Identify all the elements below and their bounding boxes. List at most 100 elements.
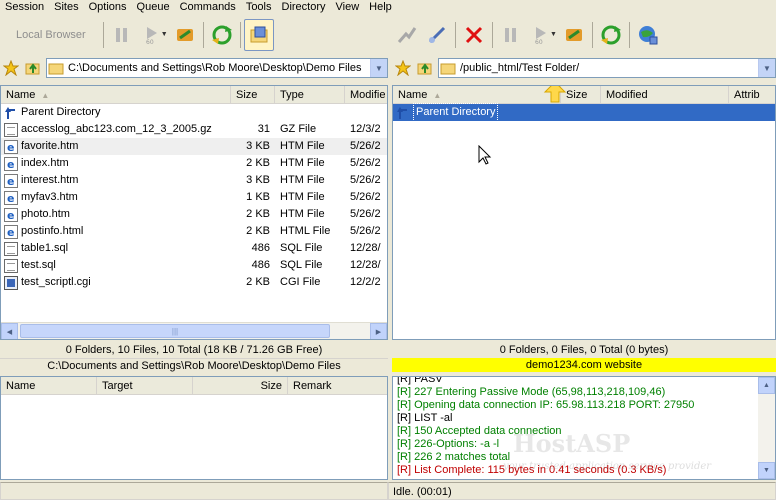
scroll-thumb[interactable]: ||| — [20, 324, 330, 338]
file-name: Parent Directory — [413, 103, 499, 122]
log-line: [R] 227 Entering Passive Mode (65,98,113… — [397, 386, 666, 398]
column-type[interactable]: Type — [275, 86, 345, 103]
column-attrib[interactable]: Attrib — [729, 86, 775, 103]
menu-options[interactable]: Options — [84, 0, 132, 15]
file-modified: 12/3/2 — [350, 123, 381, 135]
scroll-track[interactable]: ||| — [18, 323, 370, 339]
local-folder-view-icon[interactable] — [243, 18, 274, 51]
queue-column-remark[interactable]: Remark — [288, 377, 387, 394]
chevron-down-icon[interactable]: ▼ — [161, 31, 168, 38]
transfer-queue[interactable]: Name Target Size Remark — [0, 376, 388, 480]
remote-file-list[interactable]: Name ▲ Size Modified Attrib Parent Direct… — [392, 85, 776, 340]
up-folder-icon[interactable] — [22, 57, 44, 79]
disconnect-icon[interactable] — [422, 19, 452, 51]
menu-view[interactable]: View — [331, 0, 365, 15]
html-file-icon — [4, 156, 18, 172]
column-size[interactable]: Size — [231, 86, 275, 103]
file-name: table1.sql — [21, 242, 69, 254]
file-row[interactable]: photo.htm 2 KB HTM File 5/26/2 — [1, 206, 387, 223]
left-path-field[interactable]: C:\Documents and Settings\Rob Moore\Desk… — [46, 58, 388, 78]
up-folder-icon[interactable] — [414, 57, 436, 79]
watermark-tagline: your trusted application service provide… — [503, 461, 712, 472]
chevron-down-icon[interactable]: ▼ — [370, 59, 387, 77]
column-modified[interactable]: Modified — [601, 86, 729, 103]
queue-column-name[interactable]: Name — [1, 377, 97, 394]
file-row[interactable]: postinfo.html 2 KB HTML File 5/26/2 — [1, 223, 387, 240]
file-modified: 12/2/2 — [350, 276, 381, 288]
local-file-list[interactable]: Name ▲ Size Type Modifie Parent Directory… — [0, 85, 388, 340]
column-modified[interactable]: Modifie — [345, 86, 387, 103]
right-path-field[interactable]: /public_html/Test Folder/ ▼ — [438, 58, 776, 78]
file-name: myfav3.htm — [21, 191, 78, 203]
connect-icon[interactable] — [392, 19, 422, 51]
star-icon[interactable] — [0, 57, 22, 79]
menu-help[interactable]: Help — [364, 0, 397, 15]
scroll-track[interactable] — [758, 394, 775, 462]
delete-icon[interactable] — [459, 19, 489, 51]
local-path-status: C:\Documents and Settings\Rob Moore\Desk… — [0, 358, 388, 372]
globe-icon[interactable] — [633, 19, 663, 51]
left-address-bar: C:\Documents and Settings\Rob Moore\Desk… — [0, 56, 388, 80]
file-type: HTM File — [280, 174, 325, 186]
html-file-icon — [4, 173, 18, 189]
pause-icon[interactable] — [496, 19, 526, 51]
file-list-header: Name ▲ Size Type Modifie — [1, 86, 387, 104]
pause-icon[interactable] — [107, 19, 137, 51]
queue-column-target[interactable]: Target — [97, 377, 193, 394]
file-row[interactable]: test_scriptl.cgi 2 KB CGI File 12/2/2 — [1, 274, 387, 291]
right-toolbar: 60 ▼ — [392, 16, 776, 53]
sync-browse-icon[interactable] — [170, 19, 200, 51]
file-type: CGI File — [280, 276, 321, 288]
file-modified: 12/28/ — [350, 259, 381, 271]
file-modified: 5/26/2 — [350, 157, 381, 169]
file-row[interactable]: index.htm 2 KB HTM File 5/26/2 — [1, 155, 387, 172]
scroll-left-icon[interactable]: ◀ — [1, 323, 18, 339]
scroll-up-icon[interactable]: ▲ — [758, 377, 775, 394]
file-row[interactable]: myfav3.htm 1 KB HTM File 5/26/2 — [1, 189, 387, 206]
chevron-down-icon[interactable]: ▼ — [758, 59, 775, 77]
scroll-down-icon[interactable]: ▼ — [758, 462, 775, 479]
right-address-bar: /public_html/Test Folder/ ▼ — [392, 56, 776, 80]
toolbar-separator — [591, 21, 593, 48]
chevron-down-icon[interactable]: ▼ — [550, 31, 557, 38]
file-name-cell: accesslog_abc123.com_12_3_2005.gz — [1, 121, 231, 138]
menu-session[interactable]: Session — [0, 0, 49, 15]
file-row[interactable]: accesslog_abc123.com_12_3_2005.gz 31 GZ Fi… — [1, 121, 387, 138]
file-size: 2 KB — [246, 157, 270, 169]
log-line: [R] Opening data connection IP: 65.98.11… — [397, 399, 695, 411]
menu-queue[interactable]: Queue — [132, 0, 175, 15]
column-name[interactable]: Name ▲ — [393, 86, 561, 103]
menu-commands[interactable]: Commands — [175, 0, 241, 15]
html-file-icon — [4, 224, 18, 240]
column-name[interactable]: Name ▲ — [1, 86, 231, 103]
file-type: HTM File — [280, 208, 325, 220]
file-type: HTML File — [280, 225, 331, 237]
file-modified: 12/28/ — [350, 242, 381, 254]
file-name-cell: interest.htm — [1, 172, 231, 189]
file-row[interactable]: Parent Directory — [393, 103, 775, 122]
file-row[interactable]: Parent Directory — [1, 104, 387, 121]
menu-directory[interactable]: Directory — [277, 0, 331, 15]
remote-file-summary: 0 Folders, 0 Files, 0 Total (0 bytes) — [499, 344, 669, 356]
session-log[interactable]: [R] PASV [R] 227 Entering Passive Mode (6… — [392, 376, 776, 480]
file-row[interactable]: interest.htm 3 KB HTM File 5/26/2 — [1, 172, 387, 189]
local-browser-button[interactable]: Local Browser — [0, 19, 100, 51]
queue-column-size[interactable]: Size — [193, 377, 288, 394]
refresh-icon[interactable] — [207, 19, 237, 51]
file-name-cell: table1.sql — [1, 240, 231, 257]
menu-tools[interactable]: Tools — [241, 0, 277, 15]
column-size[interactable]: Size — [561, 86, 601, 103]
file-row[interactable]: favorite.htm 3 KB HTM File 5/26/2 — [1, 138, 387, 155]
sync-browse-icon[interactable] — [559, 19, 589, 51]
scroll-right-icon[interactable]: ▶ — [370, 323, 387, 339]
file-row[interactable]: table1.sql 486 SQL File 12/28/ — [1, 240, 387, 257]
refresh-icon[interactable] — [596, 19, 626, 51]
file-type: SQL File — [280, 259, 323, 271]
menu-sites[interactable]: Sites — [49, 0, 83, 15]
vertical-scrollbar[interactable]: ▲ ▼ — [758, 377, 775, 479]
status-bar-left — [0, 482, 388, 500]
text-file-icon — [4, 258, 18, 273]
star-icon[interactable] — [392, 57, 414, 79]
horizontal-scrollbar[interactable]: ◀ ||| ▶ — [1, 322, 387, 339]
file-row[interactable]: test.sql 486 SQL File 12/28/ — [1, 257, 387, 274]
